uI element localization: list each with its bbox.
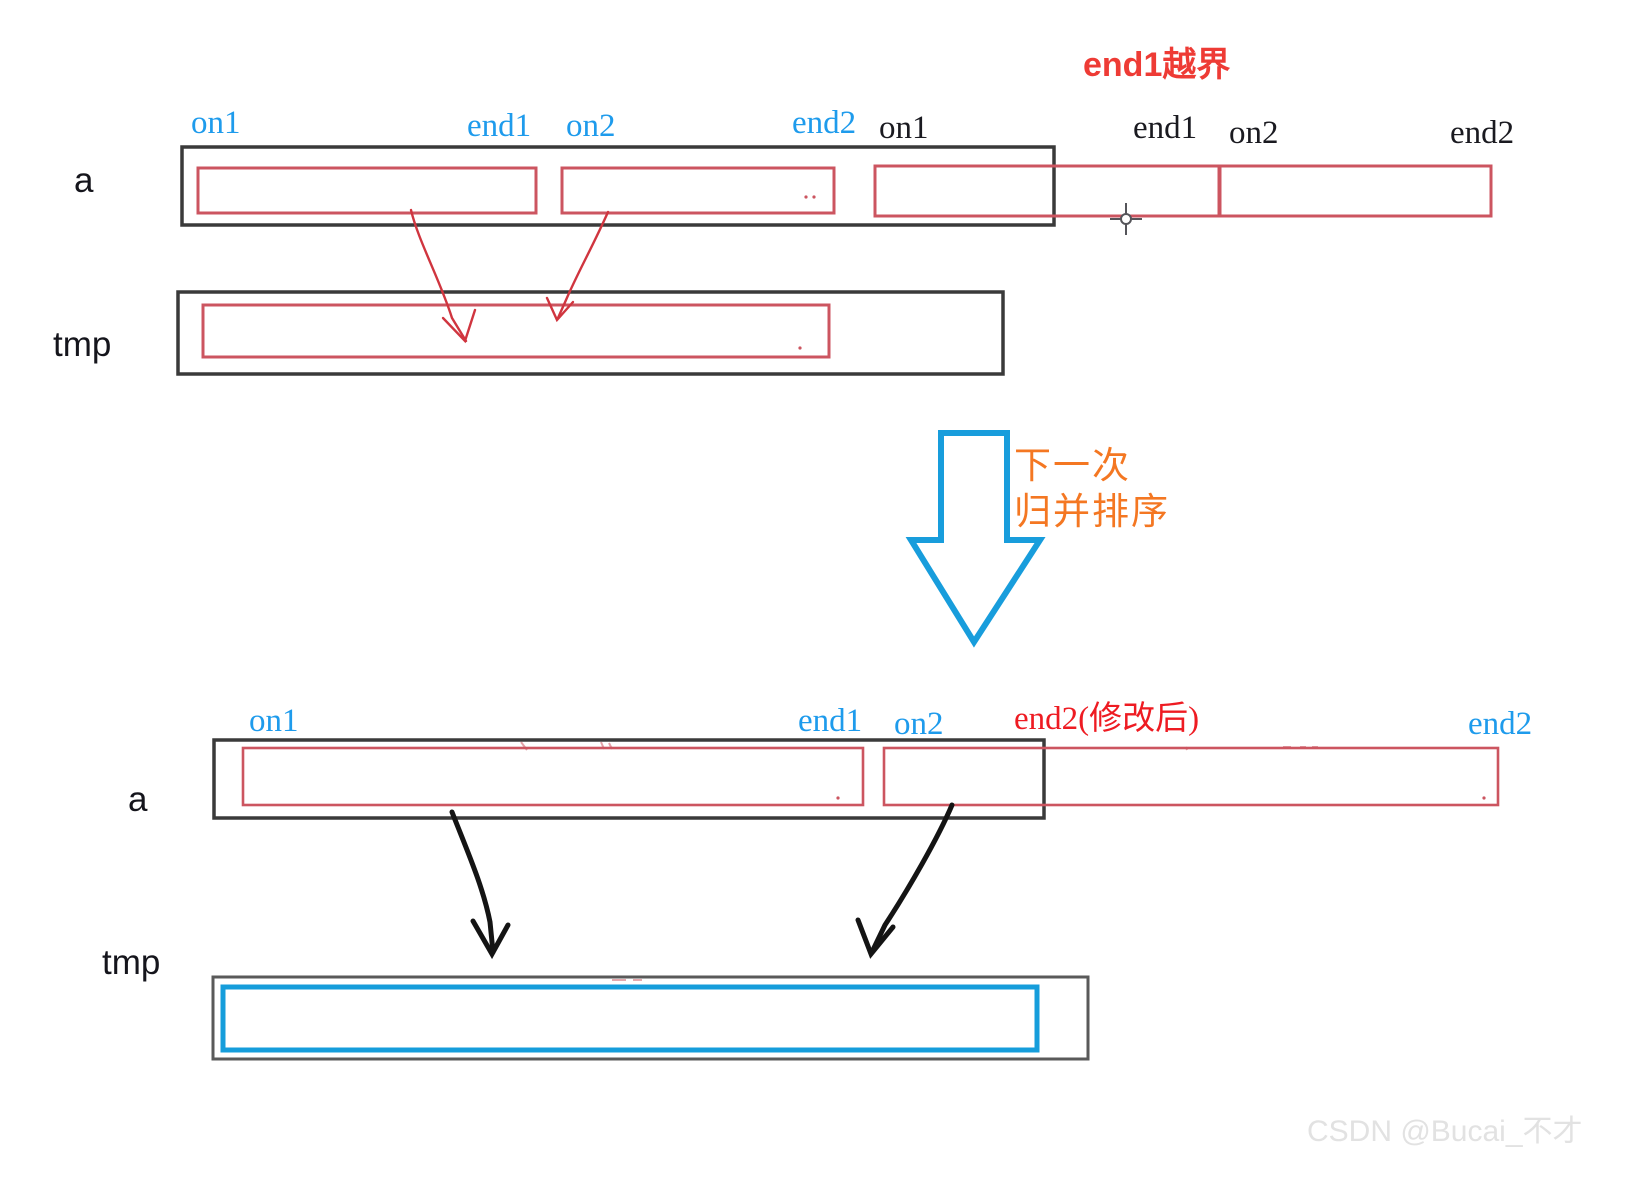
top-tmp-dot — [798, 346, 802, 350]
top-range-on1-end1-box — [196, 166, 538, 215]
crosshair-cursor-icon — [1110, 203, 1142, 235]
top-range-on2-end2-dot-2 — [812, 195, 816, 199]
bottom-range-on1-end1-box — [241, 746, 865, 807]
diagram-canvas: a tmp end1越界 on1 end1 on2 end2 on1 end1 … — [0, 0, 1649, 1179]
top-range-on2-end2-dot-1 — [804, 195, 808, 199]
top-tmp-filled-range-box — [201, 303, 831, 359]
top-range-on2-end2-box-2 — [1217, 164, 1493, 218]
top-merge-arrow-right — [556, 210, 610, 320]
top-range-on2-end2-box — [560, 166, 836, 215]
top-merge-arrow-left — [409, 208, 468, 343]
bottom-range-on2-end2-box — [882, 746, 1500, 807]
top-merge-arrow-left-head — [441, 308, 477, 344]
bottom-range-on2-end2-dot — [1482, 796, 1486, 800]
diagram-vector-layer — [176, 145, 1500, 1061]
bottom-range-on1-end1-dot — [836, 796, 840, 800]
bottom-tmp-inner-blue-box — [220, 984, 1040, 1053]
top-merge-arrow-right-head — [545, 296, 575, 323]
bottom-merge-arrow-left — [449, 809, 496, 955]
top-range-on1-end1-overflow-box — [873, 164, 1222, 218]
next-step-down-arrow-icon — [905, 430, 1046, 648]
bottom-merge-arrow-right — [869, 802, 955, 955]
